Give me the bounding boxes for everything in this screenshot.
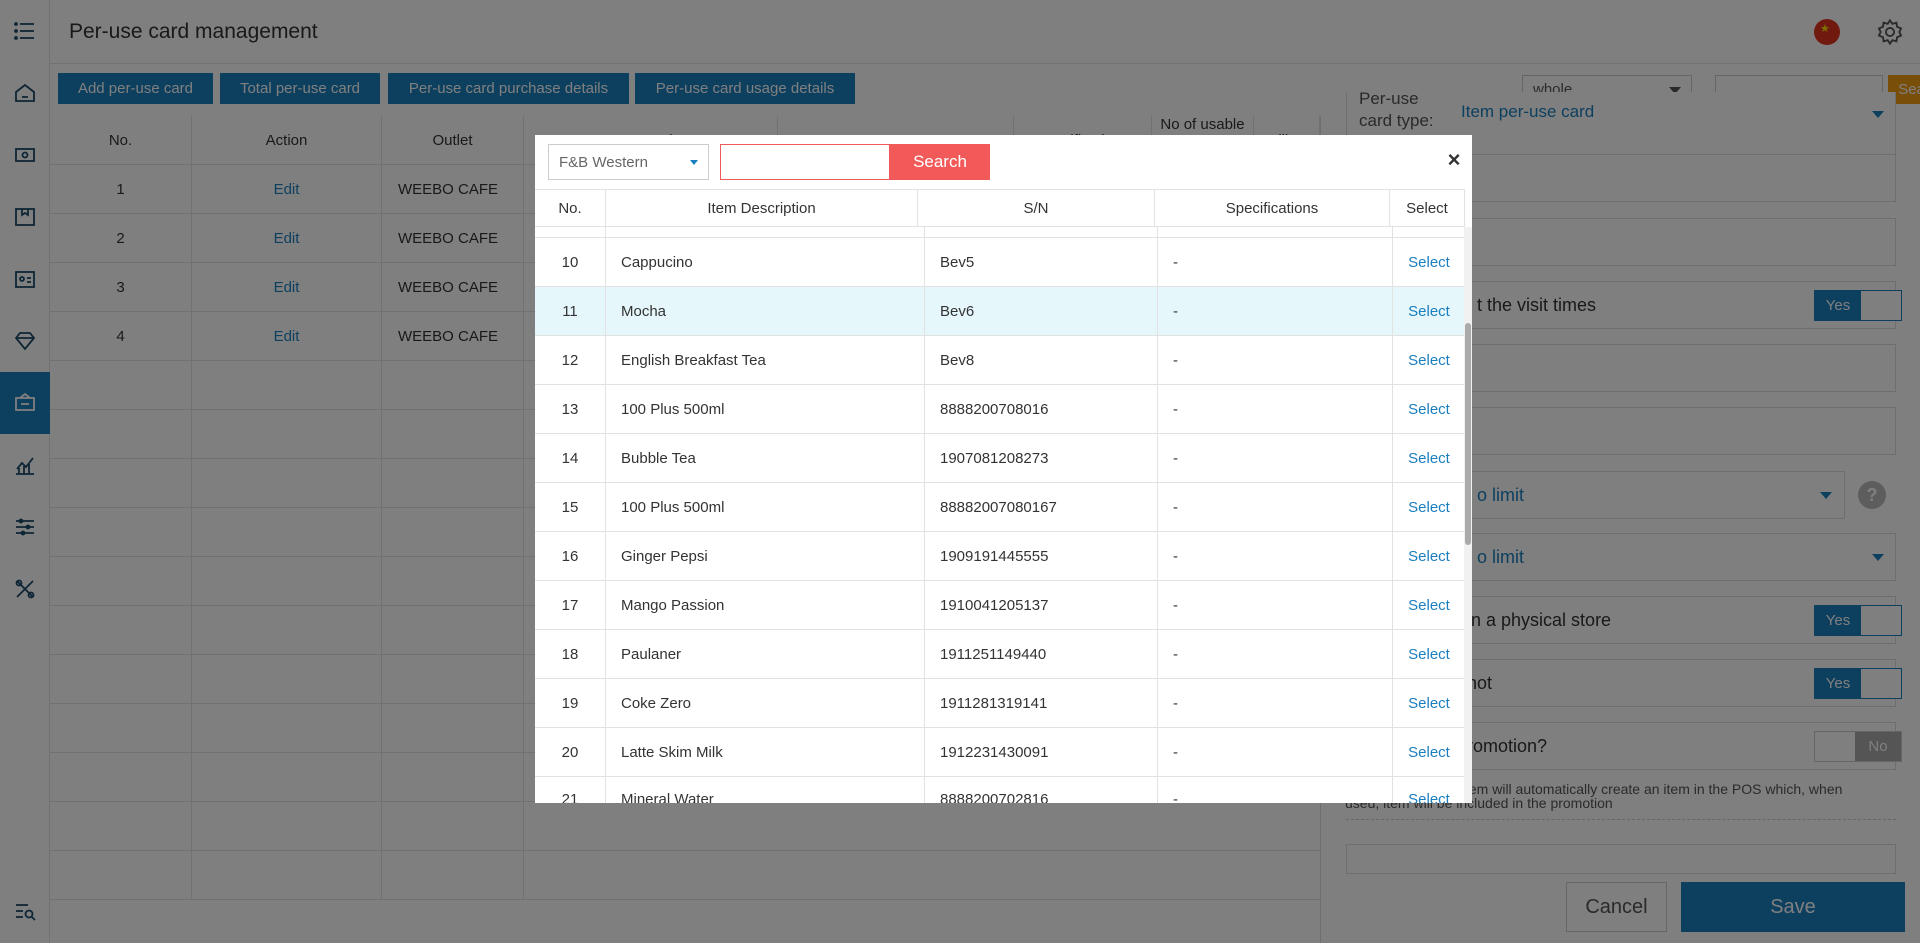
- row-description: Cappucino: [606, 238, 925, 286]
- modal-search-button[interactable]: Search: [890, 144, 990, 180]
- col-select: Select: [1390, 190, 1465, 227]
- row-specifications: -: [1158, 679, 1393, 727]
- modal-search-input[interactable]: [720, 144, 890, 180]
- row-sn: 88882007080167: [925, 483, 1158, 531]
- row-description: Paulaner: [606, 630, 925, 678]
- col-no: No.: [535, 190, 606, 227]
- row-specifications: -: [1158, 777, 1393, 803]
- table-row: 11 Mocha Bev6 - Select: [535, 287, 1465, 336]
- row-specifications: -: [1158, 728, 1393, 776]
- row-specifications: -: [1158, 532, 1393, 580]
- row-sn: Bev5: [925, 238, 1158, 286]
- select-link[interactable]: Select: [1393, 238, 1465, 286]
- row-sn: 8888200708016: [925, 385, 1158, 433]
- row-specifications: -: [1158, 336, 1393, 384]
- row-no: 14: [535, 434, 606, 482]
- select-link[interactable]: Select: [1393, 434, 1465, 482]
- row-specifications: -: [1158, 483, 1393, 531]
- row-no: 19: [535, 679, 606, 727]
- select-link[interactable]: Select: [1393, 532, 1465, 580]
- row-specifications: -: [1158, 434, 1393, 482]
- category-select-value: F&B Western: [559, 153, 648, 171]
- row-no: 18: [535, 630, 606, 678]
- row-specifications: -: [1158, 581, 1393, 629]
- table-row: 18 Paulaner 1911251149440 - Select: [535, 630, 1465, 679]
- table-row: 16 Ginger Pepsi 1909191445555 - Select: [535, 532, 1465, 581]
- row-specifications: -: [1158, 385, 1393, 433]
- row-no: 17: [535, 581, 606, 629]
- row-sn: 1911251149440: [925, 630, 1158, 678]
- item-select-modal: F&B Western Search × No. Item Descriptio…: [535, 135, 1472, 803]
- close-icon[interactable]: ×: [1443, 147, 1465, 172]
- row-specifications: -: [1158, 630, 1393, 678]
- row-no: 12: [535, 336, 606, 384]
- select-link[interactable]: Select: [1393, 630, 1465, 678]
- row-no: 10: [535, 238, 606, 286]
- row-no: 16: [535, 532, 606, 580]
- row-sn: Bev8: [925, 336, 1158, 384]
- select-link[interactable]: Select: [1393, 777, 1465, 803]
- col-sn: S/N: [918, 190, 1155, 227]
- row-sn: Bev6: [925, 287, 1158, 335]
- select-link[interactable]: Select: [1393, 728, 1465, 776]
- row-no: 11: [535, 287, 606, 335]
- row-sn: 1910041205137: [925, 581, 1158, 629]
- row-sn: 1907081208273: [925, 434, 1158, 482]
- row-description: Bubble Tea: [606, 434, 925, 482]
- row-no: 20: [535, 728, 606, 776]
- modal-scrollbar[interactable]: [1464, 227, 1472, 803]
- modal-table-body: 10 Cappucino Bev5 - Select 11 Mocha Bev6…: [535, 227, 1465, 803]
- table-row: 21 Mineral Water 8888200702816 - Select: [535, 777, 1465, 803]
- table-row: 12 English Breakfast Tea Bev8 - Select: [535, 336, 1465, 385]
- row-sn: 1912231430091: [925, 728, 1158, 776]
- row-description: Mocha: [606, 287, 925, 335]
- row-specifications: -: [1158, 287, 1393, 335]
- select-link[interactable]: Select: [1393, 336, 1465, 384]
- row-description: English Breakfast Tea: [606, 336, 925, 384]
- row-description: Ginger Pepsi: [606, 532, 925, 580]
- table-row: 10 Cappucino Bev5 - Select: [535, 238, 1465, 287]
- category-select[interactable]: F&B Western: [548, 144, 709, 180]
- row-description: Latte Skim Milk: [606, 728, 925, 776]
- modal-table-header: No. Item Description S/N Specifications …: [535, 189, 1465, 227]
- select-link[interactable]: Select: [1393, 385, 1465, 433]
- row-description: Mineral Water: [606, 777, 925, 803]
- table-row: 14 Bubble Tea 1907081208273 - Select: [535, 434, 1465, 483]
- table-row: 19 Coke Zero 1911281319141 - Select: [535, 679, 1465, 728]
- col-specifications: Specifications: [1155, 190, 1390, 227]
- row-no: 21: [535, 777, 606, 803]
- row-description: Coke Zero: [606, 679, 925, 727]
- table-row: 13 100 Plus 500ml 8888200708016 - Select: [535, 385, 1465, 434]
- row-description: Mango Passion: [606, 581, 925, 629]
- table-row: 20 Latte Skim Milk 1912231430091 - Selec…: [535, 728, 1465, 777]
- scrollbar-thumb[interactable]: [1465, 323, 1471, 545]
- row-sn: 8888200702816: [925, 777, 1158, 803]
- row-description: 100 Plus 500ml: [606, 385, 925, 433]
- select-link[interactable]: Select: [1393, 679, 1465, 727]
- select-link[interactable]: Select: [1393, 581, 1465, 629]
- row-no: 15: [535, 483, 606, 531]
- row-specifications: -: [1158, 238, 1393, 286]
- select-link[interactable]: Select: [1393, 287, 1465, 335]
- row-sn: 1911281319141: [925, 679, 1158, 727]
- row-no: 13: [535, 385, 606, 433]
- col-item-description: Item Description: [606, 190, 918, 227]
- table-row: 15 100 Plus 500ml 88882007080167 - Selec…: [535, 483, 1465, 532]
- table-row: [535, 227, 1465, 238]
- row-description: 100 Plus 500ml: [606, 483, 925, 531]
- table-row: 17 Mango Passion 1910041205137 - Select: [535, 581, 1465, 630]
- caret-down-icon: [690, 160, 698, 165]
- select-link[interactable]: Select: [1393, 483, 1465, 531]
- row-sn: 1909191445555: [925, 532, 1158, 580]
